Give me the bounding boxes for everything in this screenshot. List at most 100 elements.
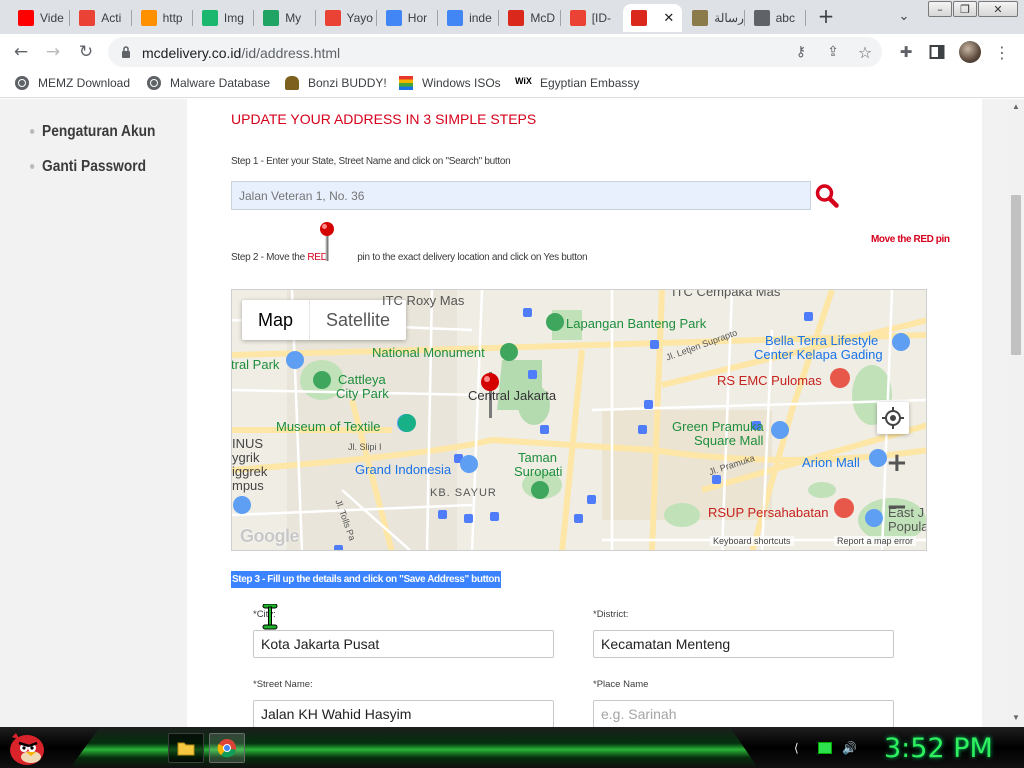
district-label: *District:: [593, 609, 629, 620]
text-cursor-icon: [262, 604, 278, 630]
youtube-icon: [18, 10, 34, 26]
map-type-map-button[interactable]: Map: [242, 300, 309, 340]
bookmark-egyptian-embassy[interactable]: WiX Egyptian Embassy: [515, 76, 639, 90]
browser-tab[interactable]: abc: [746, 4, 805, 32]
browser-tab[interactable]: My: [255, 4, 314, 32]
browser-tab[interactable]: http: [133, 4, 192, 32]
gmail-icon: [79, 10, 96, 26]
scrollbar-thumb[interactable]: [1011, 195, 1021, 355]
scroll-up-arrow-icon[interactable]: ▲: [1011, 102, 1021, 111]
page-title: UPDATE YOUR ADDRESS IN 3 SIMPLE STEPS: [231, 111, 537, 127]
browser-tab[interactable]: Vide: [10, 4, 69, 32]
wix-icon: WiX: [515, 76, 532, 86]
forward-arrow-icon[interactable]: →: [42, 41, 64, 63]
close-window-button[interactable]: ✕: [978, 1, 1018, 17]
my-location-button[interactable]: [877, 402, 909, 434]
tab-label: Acti: [101, 11, 122, 25]
browser-tab[interactable]: Img: [194, 4, 253, 32]
close-tab-icon[interactable]: ✕: [663, 11, 674, 26]
delivery-map[interactable]: Map Satellite ITC Roxy Mas ITC Cempaka M…: [231, 289, 927, 551]
tab-separator: [743, 10, 745, 26]
browser-tab[interactable]: ✕: [623, 4, 683, 32]
map-label: ITC Roxy Mas: [382, 293, 465, 308]
map-label: Taman: [518, 450, 558, 465]
tab-separator: [804, 10, 806, 26]
taskbar: ⟨ 🔊 3:52 PM: [0, 727, 1024, 768]
place-name-field[interactable]: e.g. Sarinah: [593, 700, 894, 727]
bookmark-windows-isos[interactable]: Windows ISOs: [399, 76, 501, 90]
map-label: Suropati: [514, 464, 563, 479]
key-icon[interactable]: ⚷: [790, 41, 812, 63]
map-label: Arion Mall: [802, 455, 860, 470]
browser-tab[interactable]: رسالة: [684, 4, 744, 32]
sidebar-item-change-password[interactable]: Ganti Password: [30, 158, 146, 176]
profile-avatar[interactable]: [959, 41, 981, 63]
tray-volume-icon[interactable]: 🔊: [842, 741, 857, 755]
taskbar-file-explorer[interactable]: [168, 733, 204, 763]
zoom-out-button[interactable]: −: [886, 492, 908, 522]
district-field[interactable]: Kecamatan Menteng: [593, 630, 894, 658]
place-name-label: *Place Name: [593, 679, 649, 690]
keyboard-shortcuts-link[interactable]: Keyboard shortcuts: [710, 536, 794, 546]
bullet-icon: [30, 164, 35, 170]
ph-icon: [140, 10, 157, 26]
start-button-bird-icon[interactable]: [2, 727, 48, 768]
minimize-button[interactable]: –: [928, 1, 952, 17]
google-icon: [447, 10, 464, 26]
tab-search-chevron-icon[interactable]: ⌄: [893, 5, 915, 27]
browser-tab[interactable]: [ID-: [562, 4, 621, 32]
page-content: Pengaturan Akun Ganti Password UPDATE YO…: [0, 99, 1024, 727]
step3-instruction: Step 3 - Fill up the details and click o…: [231, 571, 501, 588]
browser-tab[interactable]: Yayo: [317, 4, 376, 32]
map-label: Lapangan Banteng Park: [566, 316, 707, 331]
restore-button[interactable]: ❐: [953, 1, 977, 17]
zoom-in-button[interactable]: +: [886, 448, 908, 478]
bookmark-memz[interactable]: MEMZ Download: [15, 76, 130, 90]
street-name-field[interactable]: Jalan KH Wahid Hasyim: [253, 700, 554, 727]
back-arrow-icon[interactable]: ←: [10, 41, 32, 63]
address-search-input[interactable]: [231, 181, 811, 210]
mcdonalds-icon: [508, 10, 525, 26]
map-label: iggrek: [232, 464, 268, 479]
scroll-down-arrow-icon[interactable]: ▼: [1011, 713, 1021, 722]
city-field[interactable]: Kota Jakarta Pusat: [253, 630, 554, 658]
tab-separator: [314, 10, 316, 26]
tab-separator: [437, 10, 439, 26]
map-label: ITC Cempaka Mas: [672, 289, 781, 299]
taskbar-chrome[interactable]: [209, 733, 245, 763]
kebab-menu-icon[interactable]: ⋮: [991, 41, 1013, 63]
bookmark-bonzi[interactable]: Bonzi BUDDY!: [285, 76, 387, 90]
sidebar-item-account-settings[interactable]: Pengaturan Akun: [30, 123, 155, 141]
new-tab-button[interactable]: +: [815, 4, 837, 28]
reload-icon[interactable]: ↻: [75, 41, 97, 63]
map-label: Jl. Slipi I: [348, 442, 382, 452]
map-label: Museum of Textile: [276, 419, 381, 434]
gmail-icon: [569, 10, 586, 26]
report-map-error-link[interactable]: Report a map error: [834, 536, 917, 546]
search-icon[interactable]: [815, 183, 839, 209]
extensions-puzzle-icon[interactable]: ✚: [895, 41, 917, 63]
street-name-label: *Street Name:: [253, 679, 313, 690]
star-bookmark-icon[interactable]: ☆: [854, 41, 876, 63]
tab-label: رسالة: [714, 11, 744, 25]
address-bar[interactable]: mcdelivery.co.id/id/address.html ⚷ ⇪ ☆: [108, 37, 882, 67]
browser-tab[interactable]: McD: [500, 4, 559, 32]
tab-label: abc: [775, 11, 795, 25]
taskbar-clock[interactable]: 3:52 PM: [884, 733, 993, 764]
tab-label: http: [162, 11, 183, 25]
bookmark-malware-db[interactable]: Malware Database: [147, 76, 270, 90]
browser-tab[interactable]: Hor: [378, 4, 437, 32]
tray-chevron-icon[interactable]: ⟨: [794, 741, 799, 755]
tab-separator: [559, 10, 561, 26]
account-sidebar: Pengaturan Akun Ganti Password: [0, 99, 186, 727]
browser-tab[interactable]: inde: [439, 4, 498, 32]
mcdonalds-icon: [631, 10, 647, 26]
tray-network-icon[interactable]: [818, 742, 832, 754]
map-label: ygrik: [232, 450, 260, 465]
side-panel-icon[interactable]: [926, 41, 948, 63]
share-icon[interactable]: ⇪: [822, 41, 844, 63]
address-panel: UPDATE YOUR ADDRESS IN 3 SIMPLE STEPS St…: [187, 99, 982, 727]
page-scrollbar[interactable]: ▲ ▼: [1008, 99, 1024, 727]
browser-tab[interactable]: Acti: [71, 4, 130, 32]
drive-icon: [263, 10, 280, 26]
